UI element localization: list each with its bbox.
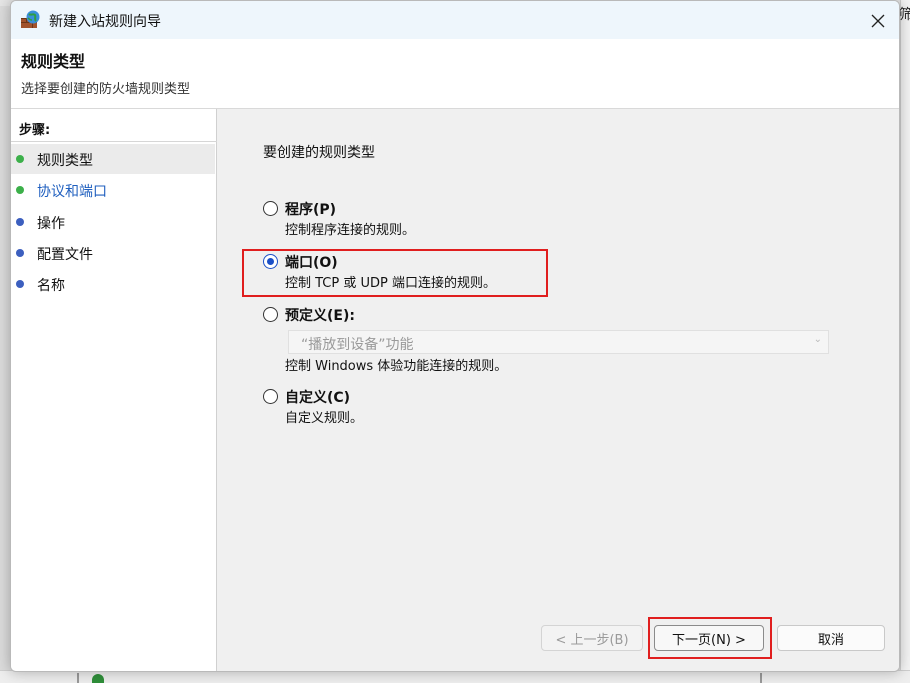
- rule-type-prompt: 要创建的规则类型: [263, 145, 375, 161]
- wizard-header: 规则类型 选择要创建的防火墙规则类型: [11, 39, 899, 109]
- rule-type-content: 要创建的规则类型 程序(P) 控制程序连接的规则。 端口(O) 控制 TCP 或…: [218, 109, 899, 671]
- predefined-select-value: “播放到设备”功能: [301, 337, 414, 353]
- step-protocol-and-ports[interactable]: 协议和端口: [11, 175, 215, 205]
- step-name[interactable]: 名称: [11, 269, 215, 299]
- close-button[interactable]: [857, 5, 899, 37]
- background-divider: [760, 673, 762, 683]
- radio-program[interactable]: [263, 201, 278, 216]
- title-bar[interactable]: 新建入站规则向导: [11, 1, 899, 39]
- cancel-button[interactable]: 取消: [777, 625, 885, 651]
- background-window-right: [900, 0, 910, 683]
- next-button[interactable]: 下一页(N) >: [654, 625, 764, 651]
- step-status-dot-icon: [16, 280, 24, 288]
- back-button[interactable]: < 上一步(B): [541, 625, 643, 651]
- steps-heading: 步骤:: [19, 123, 51, 138]
- background-shield-icon: [92, 674, 104, 683]
- radio-custom[interactable]: [263, 389, 278, 404]
- background-divider: [77, 673, 79, 683]
- predefined-select[interactable]: “播放到设备”功能 ⌄: [288, 330, 829, 354]
- step-status-dot-icon: [16, 218, 24, 226]
- steps-panel: 步骤: 规则类型 协议和端口 操作 配置文件 名称: [11, 109, 217, 671]
- new-inbound-rule-wizard-dialog: 新建入站规则向导 规则类型 选择要创建的防火墙规则类型 步骤: 规则类型 协议和…: [10, 0, 900, 672]
- step-rule-type[interactable]: 规则类型: [11, 144, 215, 174]
- option-program-desc: 控制程序连接的规则。: [285, 223, 416, 238]
- page-subtitle: 选择要创建的防火墙规则类型: [21, 82, 191, 97]
- step-label: 操作: [37, 216, 65, 232]
- step-profile[interactable]: 配置文件: [11, 238, 215, 268]
- option-predefined-label[interactable]: 预定义(E):: [285, 305, 355, 325]
- step-status-dot-icon: [16, 186, 24, 194]
- option-predefined-desc: 控制 Windows 体验功能连接的规则。: [285, 359, 508, 374]
- step-label: 协议和端口: [37, 184, 107, 200]
- page-title: 规则类型: [21, 52, 86, 71]
- step-label: 规则类型: [37, 153, 93, 169]
- steps-divider: [11, 141, 217, 142]
- background-window-text: 筛: [899, 7, 910, 23]
- radio-predefined[interactable]: [263, 307, 278, 322]
- option-custom-desc: 自定义规则。: [285, 411, 364, 426]
- step-status-dot-icon: [16, 155, 24, 163]
- step-label: 配置文件: [37, 247, 93, 263]
- firewall-app-icon: [21, 10, 40, 28]
- option-port-desc: 控制 TCP 或 UDP 端口连接的规则。: [285, 276, 496, 291]
- window-title: 新建入站规则向导: [49, 14, 161, 30]
- chevron-down-icon: ⌄: [813, 334, 822, 345]
- step-label: 名称: [37, 278, 65, 294]
- option-program-label[interactable]: 程序(P): [285, 199, 336, 219]
- radio-port[interactable]: [263, 254, 278, 269]
- option-port-label[interactable]: 端口(O): [285, 252, 338, 272]
- step-action[interactable]: 操作: [11, 207, 215, 237]
- option-custom-label[interactable]: 自定义(C): [285, 387, 350, 407]
- step-status-dot-icon: [16, 249, 24, 257]
- close-icon: [871, 14, 885, 28]
